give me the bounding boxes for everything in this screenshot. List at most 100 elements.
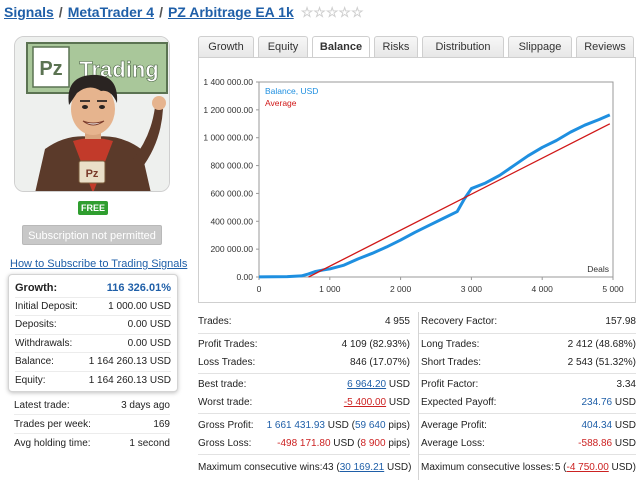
gross-loss-amount: -498 171.80 xyxy=(277,438,331,449)
metric-value: -5 400.00 USD xyxy=(344,397,410,408)
breadcrumb-platform-link[interactable]: MetaTrader 4 xyxy=(68,4,154,20)
tab-balance[interactable]: Balance xyxy=(312,36,370,59)
balance-value: 1 164 260.13 USD xyxy=(88,356,171,368)
unit: USD xyxy=(386,397,410,408)
divider xyxy=(419,333,636,334)
growth-row: Growth: 116 326.01% xyxy=(15,279,171,298)
metric-value: 6 964.20 USD xyxy=(347,379,410,390)
expected-payoff-amount: 234.76 xyxy=(581,397,613,408)
equity-value: 1 164 260.13 USD xyxy=(88,375,171,387)
metric-max-consecutive-losses: Maximum consecutive losses: 5 (-4 750.00… xyxy=(421,458,636,477)
breadcrumb: Signals / MetaTrader 4 / PZ Arbitrage EA… xyxy=(4,2,364,22)
withdrawals-label: Withdrawals: xyxy=(15,337,73,349)
legend-average: Average xyxy=(265,98,297,108)
metric-label: Average Profit: xyxy=(421,420,487,431)
tab-slippage[interactable]: Slippage xyxy=(508,36,572,58)
trades-per-week-row: Trades per week: 169 xyxy=(14,415,170,434)
legend-balance: Balance, USD xyxy=(265,86,318,96)
metric-label: Best trade: xyxy=(198,379,247,390)
withdrawals-value: 0.00 USD xyxy=(127,337,171,349)
gross-profit-pips: 59 640 xyxy=(354,420,386,431)
metric-worst-trade: Worst trade: -5 400.00 USD xyxy=(198,393,410,412)
star-icon[interactable]: ☆ xyxy=(338,5,351,19)
divider xyxy=(419,373,636,374)
metric-loss-trades: Loss Trades: 846 (17.07%) xyxy=(198,353,410,372)
unit: USD xyxy=(612,397,636,408)
unit: USD ( xyxy=(330,438,361,449)
tab-reviews[interactable]: Reviews xyxy=(576,36,634,58)
max-losses-link[interactable]: -4 750.00 xyxy=(567,462,609,473)
free-badge: FREE xyxy=(78,201,108,215)
metric-gross-profit: Gross Profit: 1 661 431.93 USD (59 640 p… xyxy=(198,416,410,435)
avg-holding-value: 1 second xyxy=(129,438,170,449)
x-tick-label: 5 000 xyxy=(602,284,624,294)
avg-holding-label: Avg holding time: xyxy=(14,438,91,449)
equity-row: Equity: 1 164 260.13 USD xyxy=(15,372,171,391)
initial-deposit-row: Initial Deposit: 1 000.00 USD xyxy=(15,298,171,316)
worst-trade-link[interactable]: -5 400.00 xyxy=(344,397,386,408)
metric-value: 2 412 (48.68%) xyxy=(567,339,636,350)
how-to-subscribe-link[interactable]: How to Subscribe to Trading Signals xyxy=(10,258,187,270)
balance-label: Balance: xyxy=(15,356,54,368)
metric-label: Profit Factor: xyxy=(421,379,479,390)
latest-trade-value: 3 days ago xyxy=(121,399,170,411)
metric-short-trades: Short Trades: 2 543 (51.32%) xyxy=(421,353,636,372)
latest-trade-row: Latest trade: 3 days ago xyxy=(14,396,170,415)
tab-growth[interactable]: Growth xyxy=(198,36,254,58)
best-trade-link[interactable]: 6 964.20 xyxy=(347,379,386,390)
x-tick-label: 3 000 xyxy=(461,284,483,294)
y-tick-label: 600 000.00 xyxy=(210,188,253,198)
metric-label: Gross Loss: xyxy=(198,438,252,449)
divider xyxy=(198,454,410,455)
star-icon[interactable]: ☆ xyxy=(351,5,364,19)
star-icon[interactable]: ☆ xyxy=(313,5,326,19)
tab-equity[interactable]: Equity xyxy=(258,36,308,58)
y-tick-label: 400 000.00 xyxy=(210,216,253,226)
withdrawals-row: Withdrawals: 0.00 USD xyxy=(15,335,171,353)
metric-value: 234.76 USD xyxy=(582,397,637,408)
metric-label: Trades: xyxy=(198,316,232,327)
metric-value: -588.86 USD xyxy=(578,438,636,449)
metric-label: Recovery Factor: xyxy=(421,316,498,327)
rating-stars[interactable]: ☆ ☆ ☆ ☆ ☆ xyxy=(301,5,364,19)
divider xyxy=(419,454,636,455)
tab-risks[interactable]: Risks xyxy=(374,36,418,58)
unit: USD) xyxy=(384,462,412,473)
initial-deposit-label: Initial Deposit: xyxy=(15,300,78,312)
gross-loss-pips: 8 900 xyxy=(360,438,386,449)
deposits-row: Deposits: 0.00 USD xyxy=(15,316,171,335)
star-icon[interactable]: ☆ xyxy=(301,5,314,19)
metric-value: 4 955 xyxy=(384,316,410,327)
metric-value: 2 543 (51.32%) xyxy=(567,357,636,368)
gross-profit-amount: 1 661 431.93 xyxy=(266,420,325,431)
breadcrumb-signals-link[interactable]: Signals xyxy=(4,4,54,20)
subscribe-button[interactable]: Subscription not permitted xyxy=(22,225,162,245)
unit: USD xyxy=(612,420,636,431)
metric-gross-loss: Gross Loss: -498 171.80 USD (8 900 pips) xyxy=(198,434,410,453)
tab-distribution[interactable]: Distribution xyxy=(422,36,504,58)
trades-per-week-value: 169 xyxy=(153,418,170,430)
y-tick-label: 1 000 000.00 xyxy=(203,133,253,143)
unit: pips) xyxy=(385,420,410,431)
metric-average-loss: Average Loss: -588.86 USD xyxy=(421,434,636,453)
metric-best-trade: Best trade: 6 964.20 USD xyxy=(198,375,410,394)
metric-trades: Trades: 4 955 xyxy=(198,312,410,331)
divider xyxy=(198,333,410,334)
max-wins-link[interactable]: 30 169.21 xyxy=(340,462,385,473)
metric-label: Gross Profit: xyxy=(198,420,254,431)
breadcrumb-signal-name-link[interactable]: PZ Arbitrage EA 1k xyxy=(168,4,294,20)
growth-value: 116 326.01% xyxy=(106,281,171,294)
metric-profit-factor: Profit Factor: 3.34 xyxy=(421,375,636,394)
average-profit-amount: 404.34 xyxy=(581,420,613,431)
latest-trade-label: Latest trade: xyxy=(14,399,70,411)
y-tick-label: 1 200 000.00 xyxy=(203,105,253,115)
x-tick-label: 2 000 xyxy=(390,284,412,294)
divider xyxy=(198,413,410,414)
metric-label: Average Loss: xyxy=(421,438,485,449)
balance-chart-panel: 0.00 200 000.00 400 000.00 600 000.00 800 00… xyxy=(198,57,636,303)
metric-max-consecutive-wins: Maximum consecutive wins: 43 (30 169.21 … xyxy=(198,458,412,477)
unit: USD xyxy=(386,379,410,390)
balance-row: Balance: 1 164 260.13 USD xyxy=(15,353,171,372)
star-icon[interactable]: ☆ xyxy=(326,5,339,19)
unit: USD ( xyxy=(324,420,355,431)
